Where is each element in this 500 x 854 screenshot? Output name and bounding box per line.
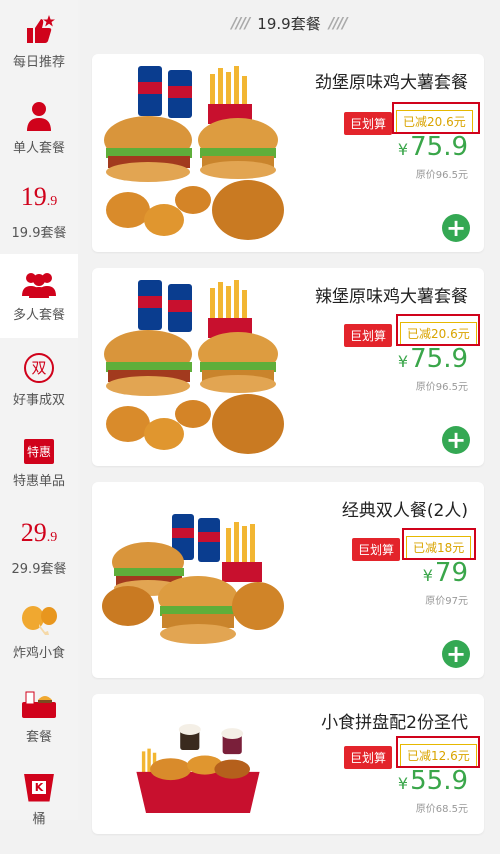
deal-badge: 巨划算 <box>344 112 393 135</box>
deal-badge: 巨划算 <box>352 538 401 561</box>
decor-slashes-left: //// <box>231 14 250 32</box>
sidebar-item-label: 好事成双 <box>12 392 65 408</box>
section-header: //// 19.9套餐 //// <box>78 0 500 46</box>
product-card[interactable]: 劲堡原味鸡大薯套餐 巨划算 已减20.6元 ¥75.9 原价96.5元 + <box>92 54 484 252</box>
sidebar-item-label: 套餐 <box>25 729 52 745</box>
tag-icon: 特惠 <box>23 439 54 464</box>
drumstick-icon <box>22 605 57 635</box>
sidebar-item-multi[interactable]: 多人套餐 <box>0 254 78 338</box>
price-19-9-icon: 19.9 <box>20 182 58 211</box>
original-price: 原价96.5元 <box>415 382 468 393</box>
sidebar-item-label: 炸鸡小食 <box>12 645 65 661</box>
sidebar-item-label: 每日推荐 <box>12 54 65 70</box>
sidebar-item-single[interactable]: 单人套餐 <box>0 86 78 170</box>
sidebar-item-label: 桶 <box>32 811 46 827</box>
group-icon <box>22 272 56 298</box>
deal-badge: 巨划算 <box>344 324 393 347</box>
add-to-cart-button[interactable]: + <box>442 426 470 454</box>
product-card[interactable]: 小食拼盘配2份圣代 巨划算 已减12.6元 ¥55.9 原价68.5元 <box>92 694 484 834</box>
person-icon <box>27 101 51 131</box>
thumbs-up-star-icon <box>27 14 55 43</box>
meal-set-icon <box>22 691 56 718</box>
product-price: ¥79 <box>422 558 468 588</box>
original-price: 原价96.5元 <box>415 170 468 181</box>
highlight-box <box>396 314 480 346</box>
sidebar-item-daily[interactable]: 每日推荐 <box>0 0 78 84</box>
highlight-box <box>392 102 480 134</box>
combo-food-image <box>136 724 260 813</box>
original-price: 原价68.5元 <box>415 804 468 815</box>
product-price: ¥75.9 <box>397 132 468 162</box>
highlight-box <box>402 528 476 560</box>
sidebar-item-29-9[interactable]: 29.9 29.9套餐 <box>0 506 78 590</box>
original-price: 原价97元 <box>425 596 468 607</box>
add-to-cart-button[interactable]: + <box>442 640 470 668</box>
sidebar-item-label: 29.9套餐 <box>11 562 67 577</box>
sidebar-item-snacks[interactable]: 炸鸡小食 <box>0 590 78 674</box>
double-circle-icon: 双 <box>24 352 54 383</box>
combo-food-image <box>104 280 284 454</box>
combo-food-image <box>104 66 284 240</box>
sidebar-item-label: 特惠单品 <box>12 474 65 489</box>
product-price: ¥75.9 <box>397 344 468 374</box>
combo-food-image <box>102 514 284 644</box>
price-29-9-icon: 29.9 <box>20 518 58 547</box>
decor-slashes-right: //// <box>328 14 348 32</box>
add-to-cart-button[interactable]: + <box>442 214 470 242</box>
sidebar-item-bucket[interactable]: K 桶 <box>0 758 78 842</box>
product-title: 小食拼盘配2份圣代 <box>321 713 468 733</box>
product-title: 经典双人餐(2人) <box>341 501 468 521</box>
product-price: ¥55.9 <box>397 766 468 796</box>
product-card[interactable]: 经典双人餐(2人) 巨划算 已减18元 ¥79 原价97元 + <box>92 482 484 678</box>
product-card[interactable]: 辣堡原味鸡大薯套餐 巨划算 已减20.6元 ¥75.9 原价96.5元 + <box>92 268 484 466</box>
product-title: 劲堡原味鸡大薯套餐 <box>315 73 468 93</box>
category-sidebar: 每日推荐 单人套餐 19.9 19.9套餐 多人套餐 双 好事成双 特惠 特惠单… <box>0 0 78 827</box>
product-title: 辣堡原味鸡大薯套餐 <box>315 287 468 307</box>
sidebar-item-special[interactable]: 特惠 特惠单品 <box>0 422 78 506</box>
section-title: 19.9套餐 <box>257 14 321 33</box>
deal-badge: 巨划算 <box>344 746 393 769</box>
sidebar-item-set[interactable]: 套餐 <box>0 674 78 758</box>
sidebar-item-label: 多人套餐 <box>12 307 65 323</box>
sidebar-item-label: 19.9套餐 <box>11 226 67 241</box>
sidebar-item-double[interactable]: 双 好事成双 <box>0 338 78 422</box>
sidebar-item-19-9[interactable]: 19.9 19.9套餐 <box>0 170 78 254</box>
highlight-box <box>396 736 480 768</box>
sidebar-item-label: 单人套餐 <box>12 140 65 156</box>
bucket-icon: K <box>24 773 54 802</box>
